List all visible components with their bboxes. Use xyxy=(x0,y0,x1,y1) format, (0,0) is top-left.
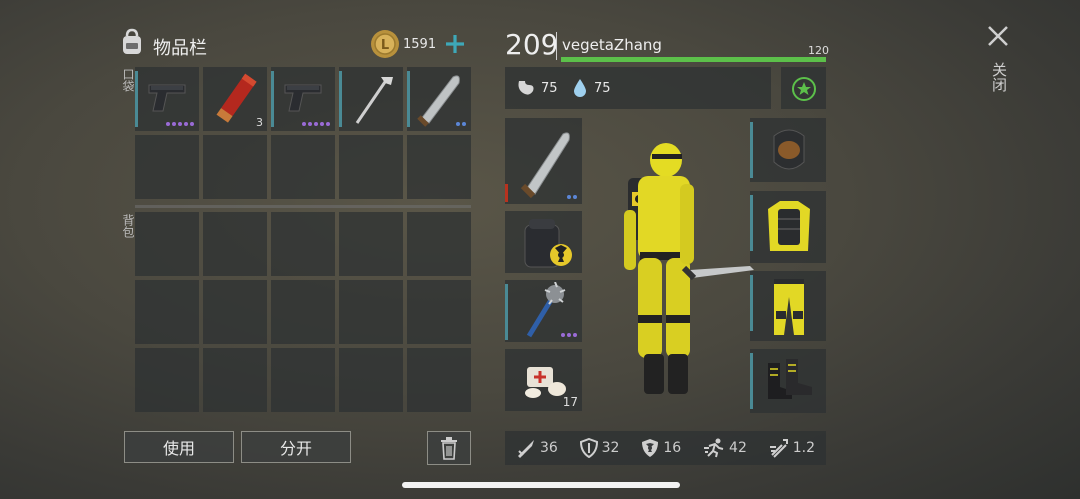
backpack-slot[interactable] xyxy=(203,348,267,412)
pocket-slot-8[interactable] xyxy=(271,135,335,199)
player-level: 209 xyxy=(505,28,559,61)
pocket-slot-3[interactable] xyxy=(271,67,335,131)
damage-stat: 36 xyxy=(516,438,558,458)
trash-button[interactable] xyxy=(427,431,471,465)
backpack-slot[interactable] xyxy=(135,212,199,276)
radiation-shield-icon xyxy=(642,439,659,457)
speed-icon xyxy=(769,439,788,458)
backpack-slot[interactable] xyxy=(407,212,471,276)
coin-icon: L xyxy=(370,29,400,59)
spiked-club-icon xyxy=(526,282,566,338)
flare-icon xyxy=(216,73,257,123)
health-bar-track xyxy=(561,57,826,62)
backpack-slot[interactable] xyxy=(339,280,403,344)
pocket-slot-2[interactable]: 3 xyxy=(203,67,267,131)
rarity-dots xyxy=(166,122,194,126)
rarity-dots xyxy=(567,195,577,199)
run-icon xyxy=(704,438,724,458)
close-icon xyxy=(988,26,1008,46)
add-coins-button[interactable] xyxy=(443,30,467,58)
backpack-slot[interactable] xyxy=(407,348,471,412)
pocket-slot-1[interactable] xyxy=(135,67,199,131)
item-count: 17 xyxy=(562,395,578,409)
pocket-slot-9[interactable] xyxy=(339,135,403,199)
backpack-slot[interactable] xyxy=(135,348,199,412)
level-divider xyxy=(556,32,557,60)
sword-icon xyxy=(517,440,534,458)
pants-icon xyxy=(774,279,804,335)
backpack-equip-slot[interactable] xyxy=(505,211,582,273)
armor-stat: 32 xyxy=(579,438,619,458)
water-drop-icon xyxy=(574,79,586,97)
close-label: 关闭 xyxy=(990,62,1008,92)
svg-text:L: L xyxy=(381,38,389,53)
pocket-slot-10[interactable] xyxy=(407,135,471,199)
durability-bar xyxy=(505,184,508,202)
pocket-slot-4[interactable] xyxy=(339,67,403,131)
health-max: 120 xyxy=(808,44,829,57)
backpack-item-icon xyxy=(524,219,572,268)
bandage-icon xyxy=(525,367,566,398)
water-value: 75 xyxy=(594,81,611,96)
split-button[interactable]: 分开 xyxy=(241,431,351,463)
backpack-slot[interactable] xyxy=(135,280,199,344)
needs-panel: 75 75 xyxy=(505,67,771,109)
item-count: 3 xyxy=(256,116,263,129)
inventory-title: 物品栏 xyxy=(153,38,207,59)
pocket-label: 口袋 xyxy=(121,68,135,92)
rarity-dots xyxy=(456,122,466,126)
star-badge-icon xyxy=(792,77,816,101)
backpack-slot[interactable] xyxy=(203,212,267,276)
medkit-slot[interactable]: 17 xyxy=(505,349,582,411)
machete-icon xyxy=(417,75,460,127)
player-name: vegetaZhang xyxy=(562,36,662,54)
rarity-dots xyxy=(561,333,577,337)
home-indicator[interactable] xyxy=(402,482,680,488)
pocket-slot-7[interactable] xyxy=(203,135,267,199)
pistol-icon xyxy=(148,84,186,112)
pistol-icon xyxy=(284,84,322,112)
radiation-stat: 16 xyxy=(641,438,681,458)
speed-stat: 1.2 xyxy=(769,438,815,458)
shield-icon xyxy=(579,438,598,458)
stomach-icon xyxy=(518,81,534,95)
backpack-icon xyxy=(118,28,146,56)
trash-icon xyxy=(441,437,457,460)
hoe-icon xyxy=(355,77,393,124)
helmet-slot[interactable] xyxy=(750,118,826,182)
stamina-stat: 42 xyxy=(703,438,747,458)
pants-slot[interactable] xyxy=(750,271,826,341)
character-model xyxy=(600,140,760,402)
stats-bar: 36 32 16 42 1.2 xyxy=(505,431,826,465)
backpack-slot[interactable] xyxy=(407,280,471,344)
backpack-slot[interactable] xyxy=(339,212,403,276)
health-bar-fill xyxy=(561,57,826,62)
pocket-slot-5[interactable] xyxy=(407,67,471,131)
armor-slot[interactable] xyxy=(750,191,826,263)
backpack-label: 背包 xyxy=(121,214,135,238)
coin-count: 1591 xyxy=(403,37,437,52)
backpack-slot[interactable] xyxy=(271,280,335,344)
close-button[interactable]: 关闭 xyxy=(984,22,1012,102)
weapon-slot[interactable] xyxy=(505,118,582,204)
backpack-slot[interactable] xyxy=(203,280,267,344)
pocket-slot-6[interactable] xyxy=(135,135,199,199)
boots-slot[interactable] xyxy=(750,349,826,413)
machete-icon xyxy=(520,132,570,198)
backpack-slot[interactable] xyxy=(271,348,335,412)
melee-slot[interactable] xyxy=(505,280,582,342)
vest-icon xyxy=(768,201,810,251)
use-button[interactable]: 使用 xyxy=(124,431,234,463)
backpack-slot[interactable] xyxy=(271,212,335,276)
boots-icon xyxy=(768,359,812,399)
favorite-button[interactable] xyxy=(781,67,826,109)
rarity-dots xyxy=(302,122,330,126)
section-divider xyxy=(135,205,471,208)
backpack-slot[interactable] xyxy=(339,348,403,412)
gas-mask-icon xyxy=(773,129,805,170)
food-value: 75 xyxy=(541,81,558,96)
